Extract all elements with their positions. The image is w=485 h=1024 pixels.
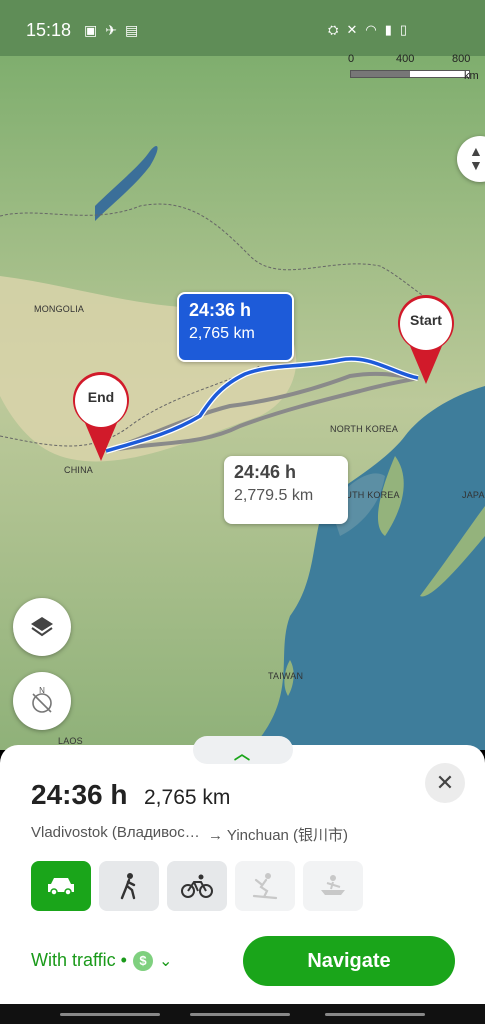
signal-icon: ▮ — [384, 22, 392, 37]
layers-icon — [31, 617, 53, 637]
wifi-icon: ◠ — [365, 22, 377, 37]
image-icon: ▣ — [84, 22, 98, 38]
map-label-north-korea: NORTH KOREA — [330, 424, 399, 434]
nav-home-bar[interactable] — [190, 1013, 290, 1016]
scale-unit: km — [464, 70, 479, 82]
toll-icon: $ — [133, 950, 153, 971]
close-icon: ✕ — [435, 770, 455, 795]
chevron-down-icon: ⌄ — [159, 952, 173, 970]
route-time: 24:36 h — [31, 779, 128, 810]
navigate-button[interactable]: Navigate — [243, 936, 455, 986]
start-pin-label: Start — [410, 312, 442, 328]
end-pin-label: End — [87, 389, 115, 405]
panel-expand-handle[interactable]: ︿ — [193, 736, 293, 764]
traffic-selector[interactable]: With traffic • $ ⌄ — [31, 950, 172, 971]
map-scale: 0 400 800 km — [346, 53, 479, 82]
chevron-up-down-icon: ▲ ▼ — [469, 143, 483, 173]
battery-icon: ▯ — [399, 22, 407, 37]
chevron-up-icon: ︿ — [234, 746, 251, 763]
nav-back-bar[interactable] — [60, 1013, 160, 1016]
system-icons: ⛭ ✕ ◠ ▮ ▯ — [328, 22, 407, 38]
system-nav-bar — [0, 1004, 485, 1024]
route-callout-main[interactable]: 24:36 h 2,765 km — [177, 292, 294, 362]
car-icon — [48, 878, 74, 896]
map-label-taiwan: TAIWAN — [268, 671, 304, 681]
route-callout-main-distance: 2,765 km — [189, 325, 255, 342]
scale-label-0: 0 — [348, 53, 355, 65]
route-distance: 2,765 km — [144, 786, 231, 809]
walk-icon — [120, 873, 136, 900]
route-to: → Yinchuan (银川市) — [208, 827, 349, 844]
route-callout-alt[interactable]: 24:46 h 2,779.5 km — [224, 456, 348, 524]
end-pin[interactable]: End — [71, 371, 131, 463]
mode-car-button[interactable] — [31, 861, 91, 911]
start-pin[interactable]: Start — [396, 294, 456, 386]
ski-icon — [252, 873, 278, 900]
mode-walk-button[interactable] — [99, 861, 159, 911]
clock: 15:18 — [26, 20, 72, 40]
pin-marker-icon — [73, 372, 129, 461]
flight-mode-icon: ✈ — [105, 22, 117, 38]
pin-marker-icon — [398, 295, 454, 384]
nfc-icon: ▤ — [124, 22, 139, 38]
bike-icon — [181, 874, 213, 898]
compass-button[interactable]: N — [13, 672, 71, 730]
map-label-mongolia: MONGOLIA — [34, 304, 85, 314]
compass-off-icon: N — [32, 686, 52, 713]
map-label-japan: JAPA — [462, 490, 485, 500]
battery-saver-icon: ⛭ — [328, 22, 339, 37]
traffic-label: With traffic • — [31, 950, 127, 970]
mode-bike-button[interactable] — [167, 861, 227, 911]
close-button[interactable]: ✕ — [425, 763, 465, 803]
layers-button[interactable] — [13, 598, 71, 656]
route-from: Vladivostok (Владивосток) — [31, 824, 201, 841]
mode-boat-button[interactable] — [303, 861, 363, 911]
transport-modes — [31, 861, 363, 911]
scale-label-400: 400 — [396, 53, 415, 65]
mute-icon: ✕ — [346, 22, 358, 37]
boat-icon — [321, 875, 345, 895]
scale-label-800: 800 — [452, 53, 471, 65]
scale-bar — [350, 70, 470, 78]
route-callout-main-time: 24:36 h — [189, 300, 252, 320]
mode-ski-button[interactable] — [235, 861, 295, 911]
map-label-china: CHINA — [64, 465, 94, 475]
status-bar: 15:18 ▣ ✈ ▤ ⛭ ✕ ◠ ▮ ▯ — [0, 0, 485, 56]
route-callout-alt-time: 24:46 h — [234, 462, 297, 482]
route-callout-alt-distance: 2,779.5 km — [234, 487, 314, 504]
nav-recents-bar[interactable] — [325, 1013, 425, 1016]
notification-icons: ▣ ✈ ▤ — [84, 22, 138, 39]
